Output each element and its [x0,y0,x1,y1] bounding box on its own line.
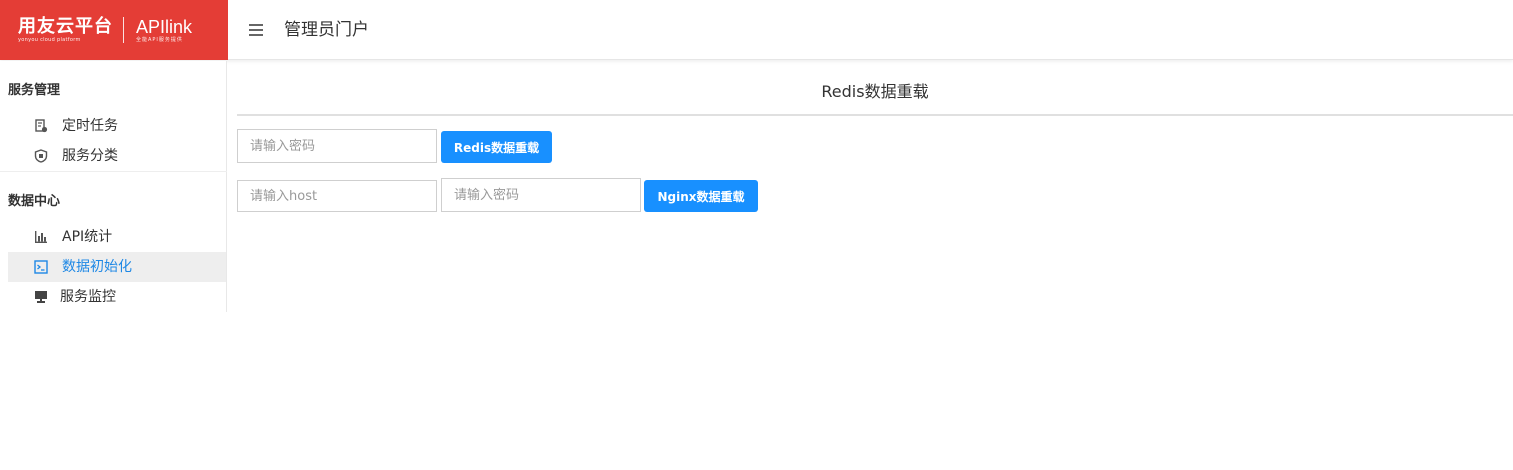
shield-icon [34,149,48,163]
sidebar-item-data-init[interactable]: 数据初始化 [8,252,226,282]
sidebar-item-scheduled-tasks[interactable]: 定时任务 [8,111,226,141]
nginx-host-input[interactable] [237,180,437,212]
sidebar-item-service-category[interactable]: 服务分类 [8,141,226,171]
logo-cn-subtext: yonyou cloud platform [18,36,81,43]
terminal-icon [34,260,48,274]
logo-cn-text: 用友云平台 [18,15,113,37]
sidebar-item-service-monitor[interactable]: 服务监控 [8,282,226,312]
section-title: Redis数据重载 [821,82,929,101]
sidebar-item-label: 定时任务 [62,118,118,134]
logo-divider [123,17,124,43]
redis-reload-button[interactable]: Redis数据重载 [441,131,552,163]
monitor-icon [35,291,47,303]
page-title: 管理员门户 [284,20,369,40]
logo-cn-block: 用友云平台 yonyou cloud platform [18,15,113,44]
sidebar: 服务管理 定时任务 服务分类 数据中心 API统计 数据初始化 服务监控 [0,61,227,312]
scheduled-task-icon [35,119,48,133]
sidebar-group-title-data: 数据中心 [8,194,61,209]
sidebar-item-label: API统计 [62,229,113,245]
section-divider [237,114,1513,116]
logo-en-subtext: 全能API服务提供 [136,36,183,43]
logo-en-text: APIlink [136,16,193,37]
brand-logo[interactable]: 用友云平台 yonyou cloud platform APIlink 全能AP… [0,0,228,60]
logo-en-block: APIlink 全能API服务提供 [136,17,192,44]
top-header: 用友云平台 yonyou cloud platform APIlink 全能AP… [0,0,1513,60]
redis-password-input[interactable] [237,129,437,163]
sidebar-group-title-service: 服务管理 [8,83,61,98]
hamburger-menu-icon[interactable] [249,24,263,36]
sidebar-item-api-stats[interactable]: API统计 [8,222,226,252]
sidebar-item-label: 服务分类 [62,148,118,164]
nginx-password-input[interactable] [441,178,641,212]
sidebar-item-label: 服务监控 [60,289,116,305]
nginx-reload-button[interactable]: Nginx数据重载 [644,180,758,212]
sidebar-divider [0,171,227,172]
bar-chart-icon [35,231,47,243]
sidebar-item-label: 数据初始化 [62,259,132,275]
